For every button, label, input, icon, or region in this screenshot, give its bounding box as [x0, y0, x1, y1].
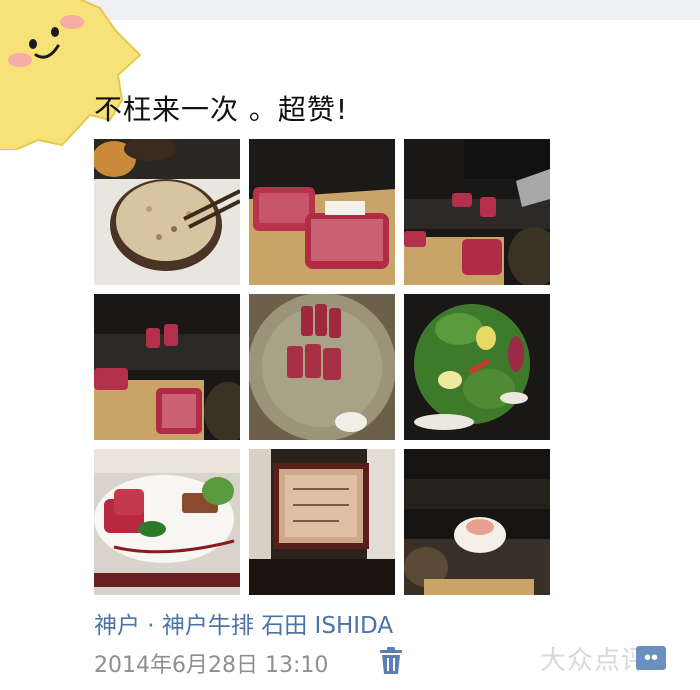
photo-1-fried-rice[interactable] — [94, 139, 240, 285]
photo-3-chef-grill[interactable] — [404, 139, 550, 285]
photo-6-salad[interactable] — [404, 294, 550, 440]
photo-grid — [94, 139, 550, 595]
post-timestamp: 2014年6月28日 13:10 — [94, 653, 329, 678]
photo-5-sliced-steak[interactable] — [249, 294, 395, 440]
delete-button[interactable] — [378, 647, 404, 675]
post-text: 不枉来一次 。超赞! — [94, 93, 349, 126]
location-link[interactable]: 神户 · 神户牛排 石田 ISHIDA — [94, 606, 393, 640]
photo-8-plaque[interactable] — [249, 449, 395, 595]
photo-4-beef-grill[interactable] — [94, 294, 240, 440]
photo-7-appetizer[interactable] — [94, 449, 240, 595]
photo-9-dessert[interactable] — [404, 449, 550, 595]
watermark: 大众点评 — [540, 646, 649, 676]
photo-2-raw-beef[interactable] — [249, 139, 395, 285]
trash-icon — [380, 647, 402, 674]
more-button[interactable]: •• — [636, 646, 666, 670]
